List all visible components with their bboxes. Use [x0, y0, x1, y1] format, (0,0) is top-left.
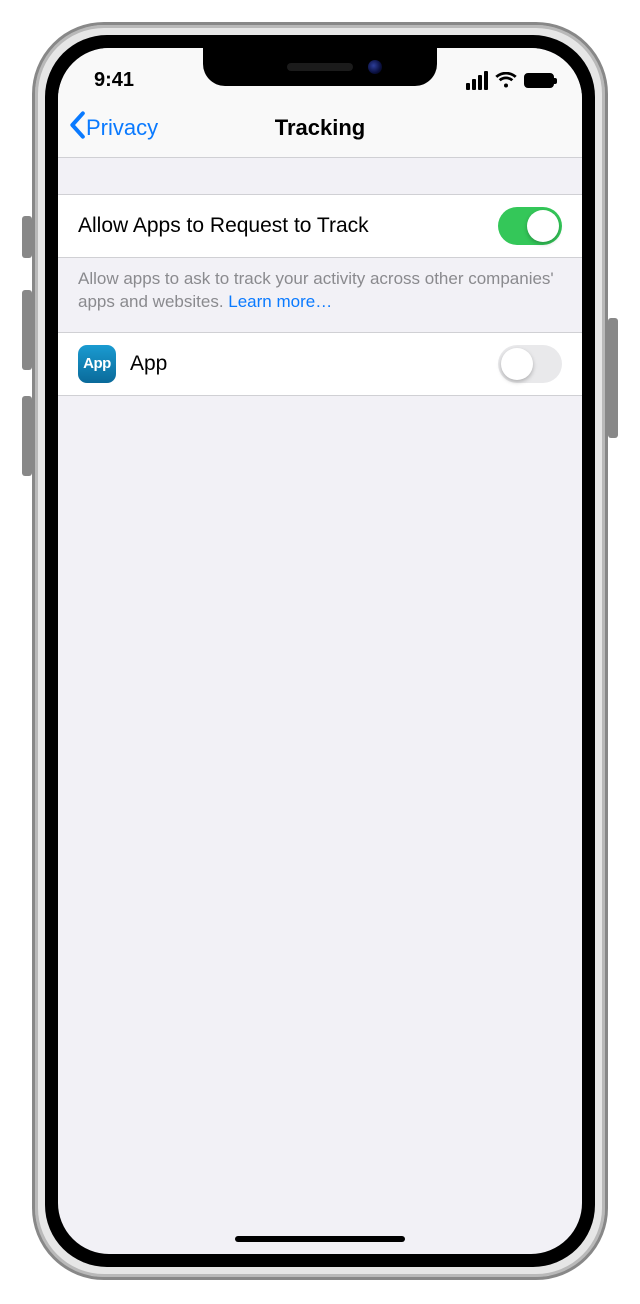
allow-tracking-footer: Allow apps to ask to track your activity… — [58, 258, 582, 332]
speaker-grille — [287, 63, 353, 71]
phone-volume-down — [22, 396, 32, 476]
notch — [203, 48, 437, 86]
learn-more-link[interactable]: Learn more… — [228, 292, 332, 311]
phone-bezel: 9:41 — [45, 35, 595, 1267]
front-camera — [368, 60, 382, 74]
section-spacer — [58, 158, 582, 194]
app-row: App App — [58, 332, 582, 396]
phone-frame: 9:41 — [32, 22, 608, 1280]
phone-mute-switch — [22, 216, 32, 258]
app-icon: App — [78, 345, 116, 383]
status-time: 9:41 — [94, 69, 134, 92]
page-title: Tracking — [275, 115, 365, 141]
screen: 9:41 — [57, 47, 583, 1255]
back-button[interactable]: Privacy — [68, 98, 158, 157]
home-indicator[interactable] — [235, 1236, 405, 1242]
navigation-bar: Privacy Tracking — [58, 98, 582, 158]
phone-power-button — [608, 318, 618, 438]
allow-tracking-toggle[interactable] — [498, 207, 562, 245]
toggle-knob — [501, 348, 533, 380]
toggle-knob — [527, 210, 559, 242]
chevron-left-icon — [68, 111, 86, 144]
allow-tracking-row: Allow Apps to Request to Track — [58, 194, 582, 258]
wifi-icon — [495, 72, 517, 88]
back-label: Privacy — [86, 115, 158, 141]
status-icons — [466, 71, 554, 90]
cellular-signal-icon — [466, 71, 488, 90]
app-name-label: App — [130, 352, 167, 376]
allow-tracking-label: Allow Apps to Request to Track — [78, 214, 369, 238]
battery-icon — [524, 73, 554, 88]
phone-volume-up — [22, 290, 32, 370]
app-tracking-toggle[interactable] — [498, 345, 562, 383]
